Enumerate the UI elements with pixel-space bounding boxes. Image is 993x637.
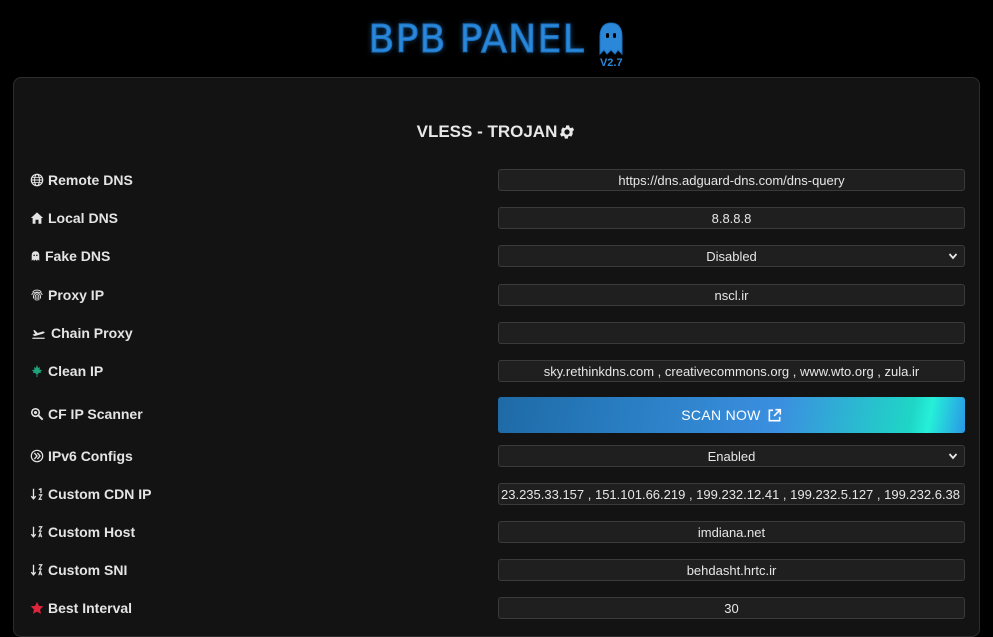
fake-dns-text: Fake DNS [45, 248, 111, 264]
best-interval-input[interactable]: 30 [498, 597, 965, 619]
row-cf-scanner: CF IP Scanner SCAN NOW [14, 397, 979, 433]
custom-cdn-ip-text: Custom CDN IP [48, 486, 152, 502]
chain-proxy-label: Chain Proxy [30, 321, 133, 345]
external-link-icon [768, 408, 781, 421]
logo: BPB PANEL V2.7 [368, 17, 624, 70]
custom-sni-input[interactable]: behdasht.hrtc.ir [498, 559, 965, 581]
ghost-logo-icon [599, 22, 623, 56]
cf-scanner-label: CF IP Scanner [30, 402, 143, 426]
row-clean-ip: Clean IP sky.rethinkdns.com , creativeco… [14, 359, 979, 383]
chevron-down-icon [948, 253, 958, 260]
settings-panel: VLESS - TROJAN Remote DNS https://dns.ad… [13, 77, 980, 637]
ipv6-value: Enabled [707, 448, 756, 464]
cf-scanner-text: CF IP Scanner [48, 406, 143, 422]
fake-dns-select[interactable]: Disabled [498, 245, 965, 267]
best-interval-label: Best Interval [30, 596, 132, 620]
chain-proxy-input[interactable] [498, 322, 965, 344]
best-interval-text: Best Interval [48, 600, 133, 616]
globe-icon [30, 173, 44, 187]
remote-dns-input[interactable]: https://dns.adguard-dns.com/dns-query [498, 169, 965, 191]
magnifier-icon [30, 407, 44, 421]
local-dns-input[interactable]: 8.8.8.8 [498, 207, 965, 229]
custom-sni-label: Custom SNI [30, 558, 127, 582]
clean-ip-text: Clean IP [48, 363, 104, 379]
custom-host-text: Custom Host [48, 524, 136, 540]
custom-cdn-ip-label: Custom CDN IP [30, 482, 151, 506]
ipv6-select[interactable]: Enabled [498, 445, 965, 467]
proxy-ip-label: Proxy IP [30, 283, 104, 307]
row-ipv6: IPv6 Configs Enabled [14, 444, 979, 468]
ghost-icon [31, 251, 40, 261]
custom-sni-text: Custom SNI [48, 562, 128, 578]
version-label: V2.7 [599, 57, 623, 69]
proxy-ip-text: Proxy IP [48, 287, 105, 303]
ipv6-label: IPv6 Configs [30, 444, 133, 468]
row-fake-dns: Fake DNS Disabled [14, 244, 979, 268]
row-local-dns: Local DNS 8.8.8.8 [14, 206, 979, 230]
sort-arrows-icon [30, 526, 43, 538]
row-custom-sni: Custom SNI behdasht.hrtc.ir [14, 558, 979, 582]
sort-arrows-icon [30, 564, 43, 576]
local-dns-text: Local DNS [48, 210, 119, 226]
row-custom-host: Custom Host imdiana.net [14, 520, 979, 544]
custom-cdn-ip-input[interactable]: 23.235.33.157 , 151.101.66.219 , 199.232… [498, 483, 965, 505]
row-chain-proxy: Chain Proxy [14, 321, 979, 345]
remote-dns-label: Remote DNS [30, 168, 133, 192]
clean-ip-input[interactable]: sky.rethinkdns.com , creativecommons.org… [498, 360, 965, 382]
ipv6-text: IPv6 Configs [48, 448, 133, 464]
plane-departure-icon [32, 330, 45, 339]
fingerprint-icon [31, 289, 43, 301]
chevron-down-icon [948, 453, 958, 460]
proxy-ip-input[interactable]: nscl.ir [498, 284, 965, 306]
fake-dns-label: Fake DNS [30, 244, 110, 268]
row-remote-dns: Remote DNS https://dns.adguard-dns.com/d… [14, 168, 979, 192]
local-dns-label: Local DNS [30, 206, 118, 230]
ipv6-icon [30, 449, 44, 463]
logo-text: BPB PANEL [368, 17, 585, 62]
house-icon [30, 212, 44, 224]
star-icon [30, 601, 44, 614]
row-proxy-ip: Proxy IP nscl.ir [14, 283, 979, 307]
remote-dns-text: Remote DNS [48, 172, 133, 188]
fake-dns-value: Disabled [706, 248, 757, 264]
scan-now-label: SCAN NOW [681, 407, 761, 423]
custom-host-input[interactable]: imdiana.net [498, 521, 965, 543]
chain-proxy-text: Chain Proxy [51, 325, 133, 341]
section-title: VLESS - TROJAN [14, 122, 979, 142]
scan-now-button[interactable]: SCAN NOW [498, 397, 965, 433]
custom-host-label: Custom Host [30, 520, 135, 544]
leaf-icon [31, 364, 43, 378]
sort-arrows-icon [30, 487, 43, 500]
clean-ip-label: Clean IP [30, 359, 103, 383]
row-best-interval: Best Interval 30 [14, 596, 979, 620]
row-custom-cdn-ip: Custom CDN IP 23.235.33.157 , 151.101.66… [14, 482, 979, 506]
section-title-text: VLESS - TROJAN [416, 122, 558, 141]
gear-icon [560, 125, 575, 139]
header: BPB PANEL V2.7 [0, 0, 993, 76]
